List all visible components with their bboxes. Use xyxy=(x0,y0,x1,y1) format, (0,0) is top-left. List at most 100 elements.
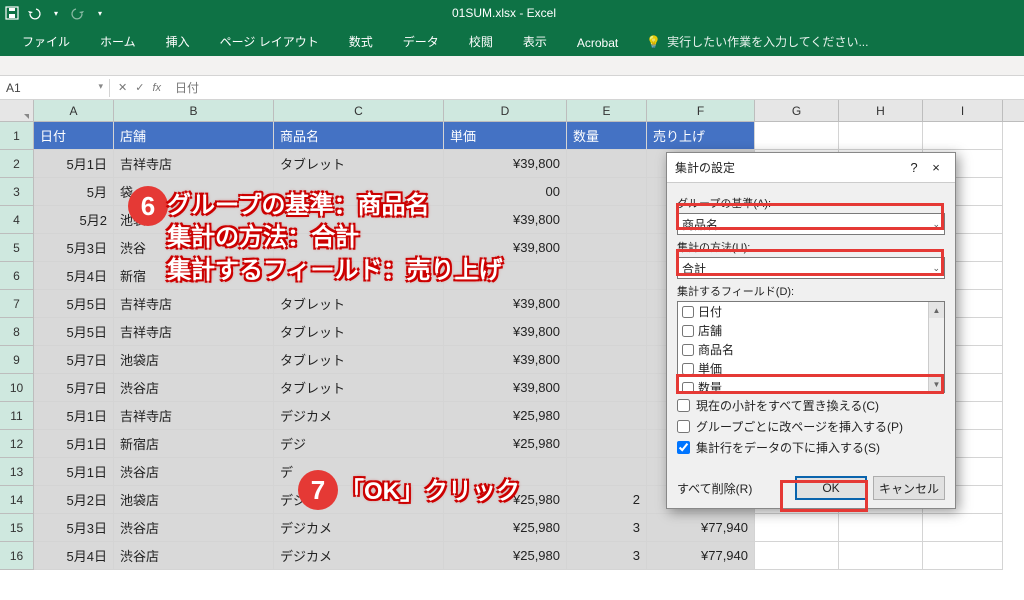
field-list-item[interactable]: 商品名 xyxy=(678,340,944,359)
row-header[interactable]: 11 xyxy=(0,402,34,430)
cell[interactable]: デジ xyxy=(274,430,444,458)
field-list-item[interactable]: 単価 xyxy=(678,359,944,378)
cell[interactable]: ¥77,940 xyxy=(647,542,755,570)
cell[interactable] xyxy=(444,262,567,290)
cell[interactable]: デジカメ xyxy=(274,486,444,514)
cell[interactable]: 渋谷店 xyxy=(114,458,274,486)
cell[interactable] xyxy=(567,458,647,486)
cell[interactable] xyxy=(567,374,647,402)
col-header-H[interactable]: H xyxy=(839,100,923,121)
cell[interactable]: タブレット xyxy=(274,374,444,402)
field-checkbox[interactable] xyxy=(682,325,694,337)
cell[interactable]: ¥25,980 xyxy=(444,486,567,514)
tab-acrobat[interactable]: Acrobat xyxy=(565,30,630,56)
col-header-B[interactable]: B xyxy=(114,100,274,121)
cell[interactable]: タブレット xyxy=(274,290,444,318)
use-function-select[interactable]: 合計⌄ xyxy=(677,257,945,279)
cell[interactable] xyxy=(567,346,647,374)
chevron-down-icon[interactable]: ▾ xyxy=(98,81,103,92)
ok-button[interactable]: OK xyxy=(795,476,867,500)
cell[interactable]: 2 xyxy=(567,486,647,514)
col-header-D[interactable]: D xyxy=(444,100,567,121)
cell[interactable]: 5月3日 xyxy=(34,234,114,262)
group-by-select[interactable]: 商品名⌄ xyxy=(677,213,945,235)
cell[interactable]: 数量 xyxy=(567,122,647,150)
cell[interactable]: タブレット xyxy=(274,318,444,346)
cell[interactable]: デジカメ xyxy=(274,402,444,430)
cell[interactable]: 5月4日 xyxy=(34,542,114,570)
cell[interactable]: 5月 xyxy=(34,178,114,206)
cell[interactable]: 5月2 xyxy=(34,206,114,234)
cell[interactable]: ¥25,980 xyxy=(444,430,567,458)
cell[interactable] xyxy=(444,458,567,486)
scrollbar[interactable]: ▲ ▼ xyxy=(928,302,944,392)
field-checkbox[interactable] xyxy=(682,344,694,356)
cell[interactable]: 渋谷店 xyxy=(114,374,274,402)
cell[interactable]: 池袋店 xyxy=(114,486,274,514)
cell[interactable] xyxy=(923,514,1003,542)
name-box[interactable]: A1▾ xyxy=(0,79,110,97)
tab-review[interactable]: 校閲 xyxy=(457,27,505,56)
cell[interactable] xyxy=(839,542,923,570)
row-header[interactable]: 9 xyxy=(0,346,34,374)
cell[interactable] xyxy=(755,514,839,542)
cell[interactable]: 吉祥寺店 xyxy=(114,318,274,346)
cell[interactable]: 3 xyxy=(567,542,647,570)
cell[interactable]: 00 xyxy=(444,178,567,206)
cell[interactable] xyxy=(839,514,923,542)
field-list-item[interactable]: 日付 xyxy=(678,302,944,321)
tab-formulas[interactable]: 数式 xyxy=(337,27,385,56)
remove-all-button[interactable]: すべて削除(R) xyxy=(677,480,752,497)
cell[interactable] xyxy=(567,402,647,430)
cell[interactable]: タブレット xyxy=(274,346,444,374)
summary-below-checkbox[interactable]: 集計行をデータの下に挿入する(S) xyxy=(677,439,945,456)
fields-listbox[interactable]: 日付店舗商品名単価数量売り上げ ▲ ▼ xyxy=(677,301,945,393)
cell[interactable]: 5月5日 xyxy=(34,290,114,318)
cell[interactable]: 池袋店 xyxy=(114,346,274,374)
tab-data[interactable]: データ xyxy=(391,27,451,56)
cell[interactable]: ¥39,800 xyxy=(444,346,567,374)
row-header[interactable]: 14 xyxy=(0,486,34,514)
scroll-down-icon[interactable]: ▼ xyxy=(929,376,944,392)
cell[interactable]: ¥25,980 xyxy=(444,542,567,570)
col-header-G[interactable]: G xyxy=(755,100,839,121)
row-header[interactable]: 5 xyxy=(0,234,34,262)
page-break-checkbox[interactable]: グループごとに改ページを挿入する(P) xyxy=(677,418,945,435)
cell[interactable]: ¥39,800 xyxy=(444,150,567,178)
cell[interactable]: 5月5日 xyxy=(34,318,114,346)
cell[interactable] xyxy=(567,234,647,262)
cell[interactable]: 5月7日 xyxy=(34,374,114,402)
undo-dropdown-icon[interactable]: ▾ xyxy=(48,5,64,21)
col-header-F[interactable]: F xyxy=(647,100,755,121)
cell[interactable]: ¥39,800 xyxy=(444,374,567,402)
cell[interactable]: 店舗 xyxy=(114,122,274,150)
row-header[interactable]: 7 xyxy=(0,290,34,318)
select-all[interactable] xyxy=(0,100,34,121)
cell[interactable]: 新宿店 xyxy=(114,430,274,458)
fx-icon[interactable]: fx xyxy=(152,82,161,94)
tab-page-layout[interactable]: ページ レイアウト xyxy=(208,27,331,56)
cell[interactable] xyxy=(923,542,1003,570)
field-checkbox[interactable] xyxy=(682,382,694,394)
cell[interactable] xyxy=(567,178,647,206)
cell[interactable]: ¥39,800 xyxy=(444,290,567,318)
field-list-item[interactable]: 店舗 xyxy=(678,321,944,340)
cell[interactable]: 5月7日 xyxy=(34,346,114,374)
cell[interactable] xyxy=(755,542,839,570)
cell[interactable]: ¥25,980 xyxy=(444,402,567,430)
cell[interactable] xyxy=(274,178,444,206)
row-header[interactable]: 12 xyxy=(0,430,34,458)
cell[interactable] xyxy=(567,206,647,234)
cell[interactable] xyxy=(567,150,647,178)
cell[interactable]: 日付 xyxy=(34,122,114,150)
cell[interactable]: 渋谷 xyxy=(114,234,274,262)
cell[interactable] xyxy=(274,206,444,234)
row-header[interactable]: 2 xyxy=(0,150,34,178)
close-icon[interactable]: × xyxy=(925,160,947,175)
cell[interactable] xyxy=(567,318,647,346)
cell[interactable]: 5月4日 xyxy=(34,262,114,290)
cell[interactable]: デジカメ xyxy=(274,542,444,570)
cell[interactable]: 売り上げ xyxy=(647,122,755,150)
formula-bar[interactable]: 日付 xyxy=(169,79,1024,96)
col-header-A[interactable]: A xyxy=(34,100,114,121)
